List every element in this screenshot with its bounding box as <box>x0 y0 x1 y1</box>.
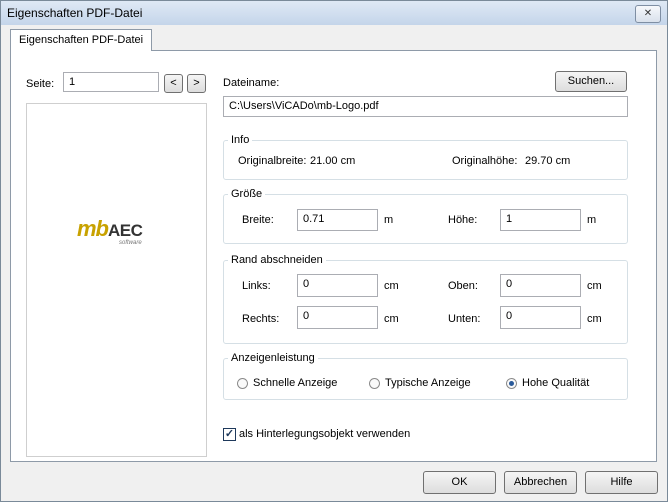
filename-field[interactable]: C:\Users\ViCADo\mb-Logo.pdf <box>223 96 628 117</box>
crop-bottom-label: Unten: <box>448 313 481 325</box>
crop-bottom-input[interactable]: 0 <box>500 306 581 329</box>
cancel-button[interactable]: Abbrechen <box>504 471 577 494</box>
logo-aec: AEC <box>108 221 143 240</box>
filename-label: Dateiname: <box>223 77 280 89</box>
info-legend: Info <box>228 134 253 146</box>
width-unit: m <box>384 214 394 226</box>
crop-top-unit: cm <box>587 280 602 292</box>
check-icon: ✓ <box>224 428 235 440</box>
crop-left-label: Links: <box>242 280 271 292</box>
close-icon: ✕ <box>643 8 653 19</box>
fast-display-label[interactable]: Schnelle Anzeige <box>253 377 337 389</box>
original-height-label: Originalhöhe: <box>452 155 518 167</box>
background-object-checkbox[interactable]: ✓ <box>223 428 236 441</box>
logo-mb: mb <box>77 216 109 241</box>
width-input[interactable]: 0.71 <box>297 209 378 231</box>
crop-right-input[interactable]: 0 <box>297 306 378 329</box>
radio-typical-display[interactable] <box>369 378 380 389</box>
crop-legend: Rand abschneiden <box>228 254 326 266</box>
logo-software: software <box>119 240 142 246</box>
help-button[interactable]: Hilfe <box>585 471 658 494</box>
height-label: Höhe: <box>448 214 478 226</box>
radio-fast-display[interactable] <box>237 378 248 389</box>
display-group: Anzeigenleistung Schnelle Anzeige Typisc… <box>223 352 628 400</box>
high-quality-label[interactable]: Hohe Qualität <box>522 377 589 389</box>
mb-aec-logo: mbAEC software <box>77 216 143 246</box>
width-label: Breite: <box>242 214 274 226</box>
crop-top-label: Oben: <box>448 280 478 292</box>
pdf-preview: mbAEC software <box>26 103 207 457</box>
size-legend: Größe <box>228 188 266 200</box>
search-button[interactable]: Suchen... <box>555 71 627 92</box>
display-legend: Anzeigenleistung <box>228 352 318 364</box>
crop-left-unit: cm <box>384 280 399 292</box>
title-bar[interactable]: Eigenschaften PDF-Datei ✕ <box>1 1 667 25</box>
info-group: Info Originalbreite: 21.00 cm Originalhö… <box>223 134 628 180</box>
crop-top-input[interactable]: 0 <box>500 274 581 297</box>
size-group: Größe Breite: 0.71 m Höhe: 1 m <box>223 188 628 244</box>
original-height-value: 29.70 cm <box>525 155 571 167</box>
ok-button[interactable]: OK <box>423 471 496 494</box>
page-label: Seite: <box>26 78 55 90</box>
original-width-value: 21.00 cm <box>310 155 356 167</box>
dialog-window: Eigenschaften PDF-Datei ✕ Eigenschaften … <box>0 0 668 502</box>
crop-left-input[interactable]: 0 <box>297 274 378 297</box>
close-button[interactable]: ✕ <box>635 5 661 23</box>
height-input[interactable]: 1 <box>500 209 581 231</box>
next-page-button[interactable]: > <box>187 74 206 93</box>
radio-high-quality[interactable] <box>506 378 517 389</box>
crop-group: Rand abschneiden Links: 0 cm Oben: 0 cm … <box>223 254 628 344</box>
height-unit: m <box>587 214 597 226</box>
tab-panel: Seite: 1 < > mbAEC software Dateiname: S… <box>10 50 657 462</box>
background-object-label[interactable]: als Hinterlegungsobjekt verwenden <box>239 428 410 440</box>
window-title: Eigenschaften PDF-Datei <box>7 6 143 20</box>
page-input[interactable]: 1 <box>63 72 159 92</box>
crop-right-unit: cm <box>384 313 399 325</box>
original-width-label: Originalbreite: <box>238 155 307 167</box>
tab-properties[interactable]: Eigenschaften PDF-Datei <box>10 29 153 51</box>
crop-right-label: Rechts: <box>242 313 280 325</box>
prev-page-button[interactable]: < <box>164 74 183 93</box>
crop-bottom-unit: cm <box>587 313 602 325</box>
typical-display-label[interactable]: Typische Anzeige <box>385 377 471 389</box>
